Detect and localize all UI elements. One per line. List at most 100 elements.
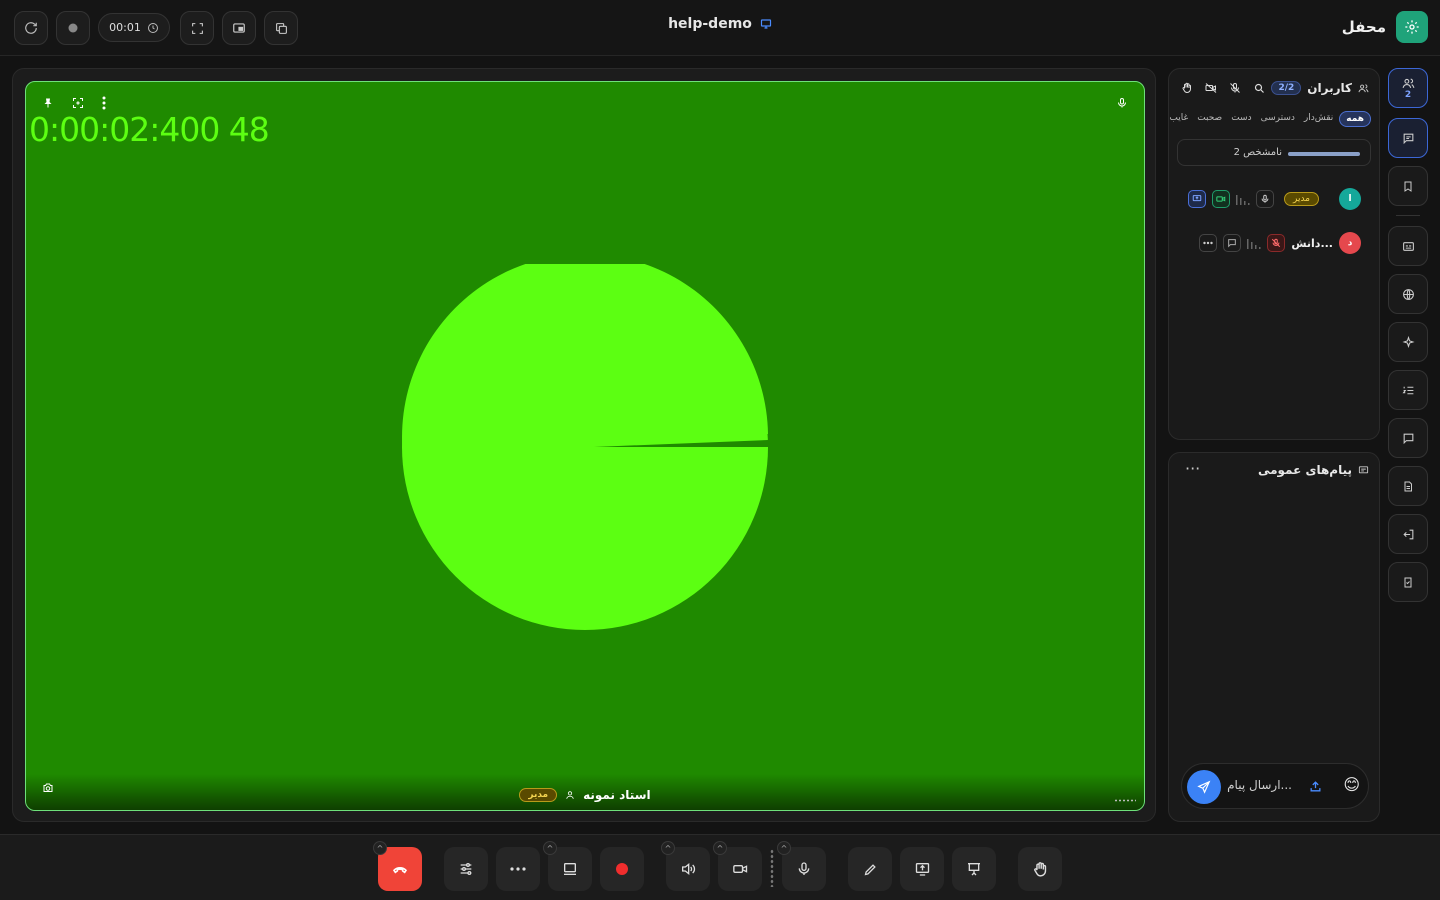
mic-indicator-icon (1116, 97, 1128, 109)
record-icon (615, 862, 629, 876)
speaker-options-caret[interactable]: ^ (661, 841, 675, 855)
rail-exit-button[interactable] (1388, 514, 1428, 554)
mic-off-icon[interactable] (1229, 82, 1241, 94)
camera-off-icon[interactable] (1205, 82, 1217, 94)
speaker-volume-icon (680, 861, 696, 877)
user-more-button[interactable] (1199, 234, 1218, 252)
unknown-users-bar (1288, 152, 1360, 156)
audio-level-icon (1247, 237, 1261, 249)
unknown-users-label: 2 نامشخص (1233, 147, 1282, 158)
pen-icon (863, 862, 878, 877)
raise-hand-button[interactable] (1018, 847, 1062, 891)
filter-absent[interactable]: غایب (1166, 111, 1191, 127)
send-button[interactable] (1187, 770, 1221, 804)
users-panel-header: 2/2 کاربران (1271, 81, 1369, 95)
users-icon (1358, 83, 1369, 94)
hand-filter-icon[interactable] (1181, 82, 1193, 94)
pen-button[interactable] (848, 847, 892, 891)
file-icon (1402, 480, 1414, 493)
emoji-button[interactable]: 😊 (1343, 775, 1360, 794)
layout-button[interactable] (548, 847, 592, 891)
rail-message-button[interactable] (1388, 418, 1428, 458)
chat-input-bar: ارسال پیام... 😊 (1181, 763, 1369, 809)
video-timecode: 0:00:02:400 48 (29, 110, 270, 149)
mic-status-icon (1255, 190, 1274, 208)
upload-icon[interactable] (1309, 780, 1322, 793)
settings-button[interactable] (444, 847, 488, 891)
users-panel: 2/2 کاربران همه نقش‌دار دسترسی دست صحبت … (1168, 68, 1380, 440)
rail-chat-button[interactable] (1388, 118, 1428, 158)
share-screen-button[interactable] (900, 847, 944, 891)
rail-bookmark-button[interactable] (1388, 166, 1428, 206)
user-row[interactable]: مدیر ا (1187, 187, 1361, 211)
filter-access[interactable]: دسترسی (1258, 111, 1298, 127)
rail-list-button[interactable] (1388, 370, 1428, 410)
pin-icon[interactable] (42, 97, 54, 109)
speaker-label: مدیر استاد نمونه (26, 788, 1144, 802)
chat-icon (1402, 132, 1415, 145)
rail-globe-button[interactable] (1388, 274, 1428, 314)
rail-separator (1396, 215, 1420, 216)
video-tile[interactable]: 0:00:02:400 48 مدیر استاد نمونه (25, 81, 1145, 811)
rail-captions-button[interactable] (1388, 226, 1428, 266)
globe-icon (1402, 288, 1415, 301)
layout-options-caret[interactable]: ^ (543, 841, 557, 855)
room-title: help-demo (0, 16, 1440, 32)
video-tile-controls (42, 96, 106, 110)
brand: محفل (1342, 11, 1428, 43)
resize-handle[interactable] (1114, 799, 1136, 802)
share-screen-status-icon (1187, 190, 1206, 208)
speaker-button[interactable] (666, 847, 710, 891)
share-screen-icon (914, 861, 931, 877)
rail-participants-button[interactable]: 2 (1388, 68, 1428, 108)
record-button[interactable] (600, 847, 644, 891)
end-call-options-caret[interactable]: ^ (373, 841, 387, 855)
microphone-button[interactable] (782, 847, 826, 891)
captions-icon (1402, 240, 1415, 253)
top-bar: 00:01 help-demo محفل (0, 0, 1440, 56)
users-panel-actions (1181, 82, 1265, 94)
more-options-button[interactable] (496, 847, 540, 891)
end-call-button[interactable] (378, 847, 422, 891)
more-horizontal-icon (510, 867, 526, 871)
user-role-badge: مدیر (1283, 192, 1319, 206)
camera-icon (732, 861, 749, 877)
rail-ai-button[interactable] (1388, 322, 1428, 362)
filter-all[interactable]: همه (1339, 111, 1371, 127)
private-chat-icon[interactable] (1223, 234, 1242, 252)
layout-icon (562, 861, 578, 877)
user-row[interactable]: دانش... د (1187, 231, 1361, 255)
search-icon[interactable] (1253, 82, 1265, 94)
raise-hand-icon (1032, 861, 1049, 878)
bottom-control-bar: ^ ^ ^ ^ ^ (0, 834, 1440, 900)
room-title-text: help-demo (668, 16, 752, 32)
speaker-name: استاد نمونه (583, 788, 651, 802)
camera-options-caret[interactable]: ^ (713, 841, 727, 855)
filter-speaking[interactable]: صحبت (1194, 111, 1225, 127)
avatar: د (1339, 232, 1361, 254)
participants-count: 2 (1404, 89, 1412, 100)
drag-grip-handle[interactable] (770, 849, 774, 887)
more-vertical-icon[interactable] (102, 96, 106, 110)
rail-file-button[interactable] (1388, 466, 1428, 506)
chat-message-input[interactable]: ارسال پیام... (1227, 778, 1292, 792)
mic-muted-status-icon (1267, 234, 1286, 252)
rail-checklist-button[interactable] (1388, 562, 1428, 602)
chat-title: پیام‌های عمومی (1257, 463, 1352, 477)
microphone-options-caret[interactable]: ^ (777, 841, 791, 855)
focus-icon[interactable] (72, 97, 84, 109)
video-stage: 0:00:02:400 48 مدیر استاد نمونه (12, 68, 1156, 822)
microphone-icon (796, 861, 812, 877)
chat-more-button[interactable]: ··· (1185, 459, 1200, 478)
presentation-button[interactable] (952, 847, 996, 891)
exit-icon (1402, 528, 1415, 541)
filter-hand[interactable]: دست (1228, 111, 1254, 127)
camera-on-status-icon (1211, 190, 1230, 208)
presentation-icon (966, 861, 982, 877)
camera-button[interactable] (718, 847, 762, 891)
unknown-users-row[interactable]: 2 نامشخص (1177, 139, 1371, 166)
checklist-icon (1402, 576, 1414, 589)
phone-hangup-icon (392, 861, 408, 877)
filter-with-role[interactable]: نقش‌دار (1301, 111, 1336, 127)
audio-level-icon (1235, 193, 1250, 205)
